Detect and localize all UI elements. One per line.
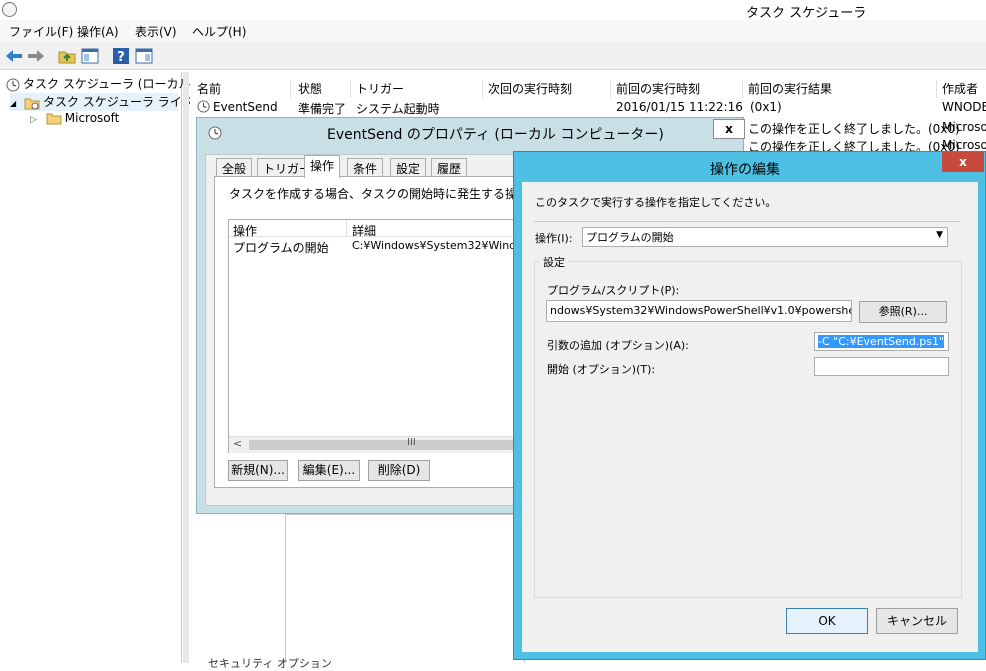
task-author: Microso xyxy=(942,138,986,152)
tree-item-library[interactable]: ◢ タスク スケジューラ ライブラリ xyxy=(10,93,218,111)
dialog-body: このタスクで実行する操作を指定してください。 操作(I): プログラムの開始 ▼… xyxy=(522,182,978,652)
task-status: 準備完了 xyxy=(298,102,347,116)
console-tree: タスク スケジューラ (ローカル) ◢ タスク スケジューラ ライブラリ ▷ M… xyxy=(0,72,218,663)
clock-icon xyxy=(2,2,17,17)
clock-icon xyxy=(208,126,222,140)
dialog-title: EventSend のプロパティ (ローカル コンピューター) xyxy=(327,127,664,143)
tree-item-label: Microsoft xyxy=(64,111,120,125)
task-name: EventSend xyxy=(213,100,278,114)
window-title: タスク スケジューラ xyxy=(746,6,867,21)
tree-item-label: タスク スケジューラ (ローカル) xyxy=(23,77,196,91)
column-header-status[interactable]: 状態 xyxy=(298,80,322,98)
divider xyxy=(534,221,960,222)
tab-actions[interactable]: 操作 xyxy=(304,155,341,178)
column-header-trigger[interactable]: トリガー xyxy=(356,80,404,98)
show-hide-console-tree-icon[interactable] xyxy=(80,46,100,66)
task-last-run: 2016/01/15 11:22:16 xyxy=(616,100,743,114)
main-title-bar: タスク スケジューラ xyxy=(0,0,986,21)
collapsed-arrow-icon[interactable]: ▷ xyxy=(30,115,37,125)
column-header-last-run[interactable]: 前回の実行時刻 xyxy=(616,80,700,98)
close-button[interactable]: x xyxy=(942,152,984,172)
column-header-next-run[interactable]: 次回の実行時刻 xyxy=(488,80,572,98)
tab-history[interactable]: 履歴 xyxy=(431,158,468,177)
menu-bar: ファイル(F) 操作(A) 表示(V) ヘルプ(H) xyxy=(0,20,986,42)
expanded-arrow-icon[interactable]: ◢ xyxy=(10,99,16,108)
task-author: WNODE xyxy=(942,100,986,114)
menu-file[interactable]: ファイル(F) xyxy=(9,23,73,40)
svg-text:?: ? xyxy=(117,50,125,65)
action-label: 操作(I): xyxy=(535,232,573,245)
column-header-name[interactable]: 名前 xyxy=(197,80,221,98)
task-trigger: システム起動時 xyxy=(356,102,440,116)
column-divider xyxy=(346,220,347,236)
column-divider xyxy=(482,80,483,98)
cancel-button[interactable]: キャンセル xyxy=(876,608,958,634)
menu-view[interactable]: 表示(V) xyxy=(135,23,177,40)
toolbar: ? xyxy=(0,42,986,70)
arguments-input[interactable]: -C "C:¥EventSend.ps1" xyxy=(814,332,949,351)
action-select[interactable]: プログラムの開始 ▼ xyxy=(582,227,948,247)
tree-item-microsoft[interactable]: ▷ Microsoft xyxy=(30,111,119,129)
task-last-result: (0x1) xyxy=(750,100,782,114)
close-button[interactable]: x xyxy=(713,119,745,139)
task-author: Microso xyxy=(942,120,986,134)
chevron-down-icon[interactable]: ▼ xyxy=(936,230,943,240)
ok-button[interactable]: OK xyxy=(786,608,868,634)
program-input-value: ndows¥System32¥WindowsPowerShell¥v1.0¥po… xyxy=(550,304,852,317)
program-input[interactable]: ndows¥System32¥WindowsPowerShell¥v1.0¥po… xyxy=(546,300,852,322)
action-detail: C:¥Windows¥System32¥Window xyxy=(352,239,532,252)
folder-up-icon[interactable] xyxy=(57,46,77,66)
action-type: プログラムの開始 xyxy=(233,241,329,255)
new-button[interactable]: 新規(N)... xyxy=(228,460,288,481)
column-divider xyxy=(350,80,351,98)
menu-action[interactable]: 操作(A) xyxy=(77,23,119,40)
column-divider xyxy=(936,80,937,98)
table-row[interactable]: EventSend 準備完了 システム起動時 2016/01/15 11:22:… xyxy=(190,98,986,116)
tab-settings[interactable]: 設定 xyxy=(390,158,427,177)
detail-pane xyxy=(285,514,525,663)
task-icon xyxy=(197,100,210,113)
column-divider xyxy=(610,80,611,98)
scroll-grip: III xyxy=(407,437,416,448)
start-in-label: 開始 (オプション)(T): xyxy=(547,363,656,376)
back-arrow-icon[interactable] xyxy=(4,46,24,66)
column-header-last-result[interactable]: 前回の実行結果 xyxy=(748,80,832,98)
edit-action-dialog: 操作の編集 x このタスクで実行する操作を指定してください。 操作(I): プロ… xyxy=(513,151,986,660)
menu-help[interactable]: ヘルプ(H) xyxy=(192,23,246,40)
help-icon[interactable]: ? xyxy=(111,46,131,66)
arguments-label: 引数の追加 (オプション)(A): xyxy=(547,339,689,352)
folder-icon xyxy=(46,113,62,125)
task-last-result: この操作を正しく終了しました。(0x0) xyxy=(748,122,960,136)
column-header-author[interactable]: 作成者 xyxy=(942,80,978,98)
clock-icon xyxy=(6,78,20,91)
tab-general[interactable]: 全般 xyxy=(216,158,253,177)
edit-button[interactable]: 編集(E)... xyxy=(298,460,360,481)
action-select-value: プログラムの開始 xyxy=(586,231,674,244)
delete-button[interactable]: 削除(D) xyxy=(368,460,430,481)
tab-conditions[interactable]: 条件 xyxy=(347,158,384,177)
pane-splitter[interactable] xyxy=(183,72,189,663)
program-label: プログラム/スクリプト(P): xyxy=(547,284,680,297)
show-hide-action-pane-icon[interactable] xyxy=(134,46,154,66)
library-folder-icon xyxy=(24,98,40,109)
column-divider xyxy=(290,80,291,98)
browse-button[interactable]: 参照(R)... xyxy=(859,301,947,323)
tree-item-local[interactable]: タスク スケジューラ (ローカル) xyxy=(6,75,195,93)
scrollbar-thumb[interactable] xyxy=(249,440,519,450)
forward-arrow-icon[interactable] xyxy=(26,46,46,66)
settings-group-label: 設定 xyxy=(540,254,568,270)
instruction-text: このタスクで実行する操作を指定してください。 xyxy=(535,196,777,209)
arguments-input-value: -C "C:¥EventSend.ps1" xyxy=(818,335,945,348)
start-in-input[interactable] xyxy=(814,357,949,376)
scroll-left-icon[interactable]: < xyxy=(233,437,242,450)
dialog-title: 操作の編集 xyxy=(710,162,780,178)
column-divider xyxy=(742,80,743,98)
security-options-label: セキュリティ オプション xyxy=(208,657,332,670)
